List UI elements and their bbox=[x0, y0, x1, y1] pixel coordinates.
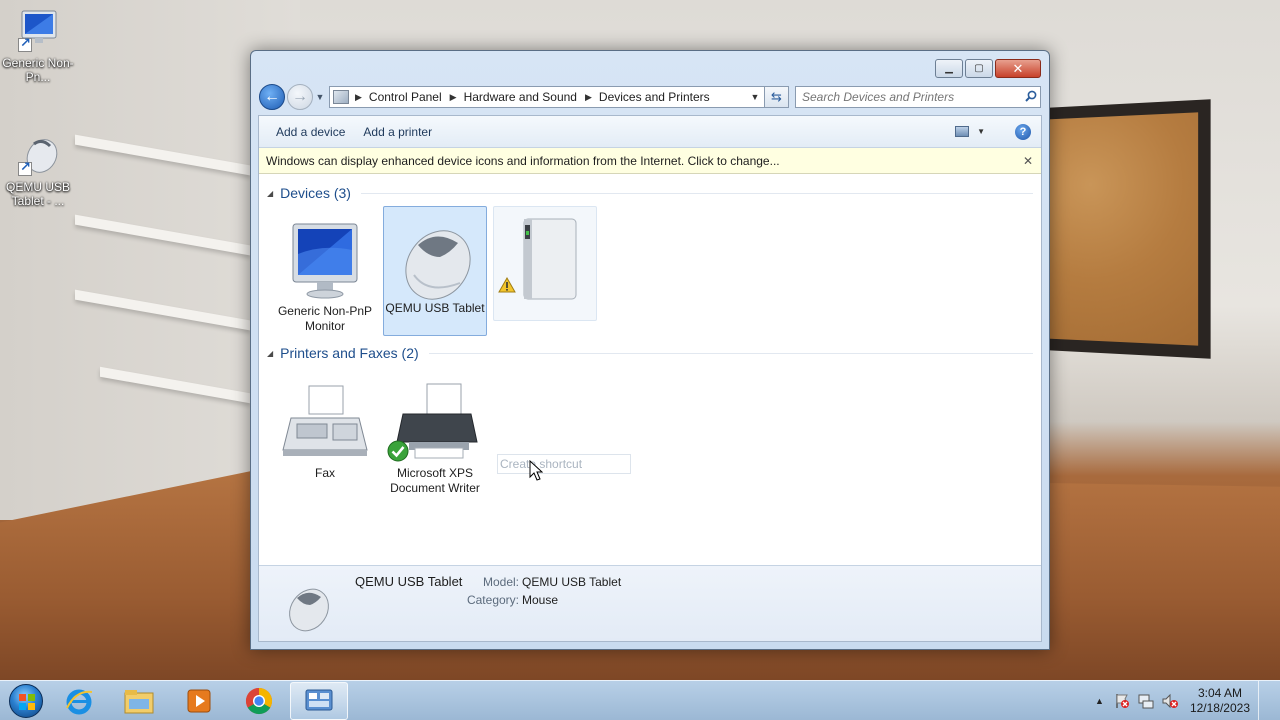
info-bar-text[interactable]: Windows can display enhanced device icon… bbox=[266, 154, 780, 168]
desktop-icon-label: Generic Non-Pn... bbox=[2, 56, 74, 84]
taskbar-internet-explorer[interactable] bbox=[50, 682, 108, 720]
content-pane: Add a device Add a printer ▼ ? Windows c… bbox=[258, 115, 1042, 642]
breadcrumb-devices-and-printers[interactable]: Devices and Printers bbox=[599, 90, 710, 104]
taskbar-devices-and-printers[interactable] bbox=[290, 681, 348, 720]
close-button[interactable]: ✕ bbox=[995, 59, 1041, 78]
windows-logo-icon bbox=[9, 683, 43, 718]
chevron-right-icon[interactable]: ▶ bbox=[355, 92, 362, 103]
device-item-label: Generic Non-PnP Monitor bbox=[277, 304, 373, 333]
search-icon[interactable] bbox=[1022, 90, 1040, 105]
chevron-right-icon[interactable]: ▶ bbox=[585, 92, 592, 103]
device-item-external-drive[interactable] bbox=[493, 206, 597, 321]
devices-and-printers-icon bbox=[305, 689, 333, 710]
view-options-dropdown-icon[interactable]: ▼ bbox=[977, 127, 985, 136]
group-header-printers[interactable]: ◢ Printers and Faxes (2) bbox=[259, 342, 1041, 364]
system-clock[interactable]: 3:04 AM 12/18/2023 bbox=[1190, 686, 1250, 716]
minimize-button[interactable]: ▁ bbox=[935, 59, 963, 78]
details-category-label: Category: bbox=[466, 593, 519, 607]
maximize-button[interactable]: ▢ bbox=[965, 59, 993, 78]
device-item-monitor[interactable]: Generic Non-PnP Monitor bbox=[273, 210, 377, 334]
fax-icon bbox=[273, 376, 377, 466]
external-drive-icon bbox=[494, 211, 596, 301]
group-title-printers: Printers and Faxes (2) bbox=[280, 345, 419, 361]
corkboard bbox=[1035, 99, 1211, 359]
monitor-icon bbox=[273, 214, 377, 304]
mouse-icon bbox=[289, 588, 329, 632]
desktop-icon-monitor[interactable]: Generic Non-Pn... bbox=[0, 8, 76, 84]
details-model-label: Model: bbox=[482, 575, 519, 589]
device-item-qemu-usb-tablet[interactable]: QEMU USB Tablet bbox=[383, 206, 487, 336]
windows-explorer-icon bbox=[124, 689, 154, 713]
desktop-icon-label: QEMU USB Tablet - ... bbox=[5, 180, 70, 208]
change-view-icon[interactable] bbox=[955, 126, 970, 137]
printer-item-microsoft-xps-document-writer[interactable]: Microsoft XPS Document Writer bbox=[383, 372, 487, 496]
info-bar[interactable]: Windows can display enhanced device icon… bbox=[259, 148, 1041, 174]
monitor-icon bbox=[16, 8, 60, 52]
address-bar[interactable]: ▶ Control Panel ▶ Hardware and Sound ▶ D… bbox=[329, 86, 765, 108]
printer-icon bbox=[383, 376, 487, 466]
details-category-value: Mouse bbox=[522, 593, 559, 607]
mouse-icon bbox=[384, 211, 486, 301]
show-desktop-button[interactable] bbox=[1258, 680, 1272, 720]
taskbar-windows-explorer[interactable] bbox=[110, 682, 168, 720]
device-item-label: QEMU USB Tablet bbox=[385, 301, 485, 315]
internet-explorer-icon bbox=[66, 689, 93, 714]
printer-item-fax[interactable]: Fax bbox=[273, 372, 377, 481]
address-dropdown-icon[interactable]: ▼ bbox=[746, 92, 764, 102]
forward-button[interactable]: → bbox=[287, 84, 313, 110]
details-model-value: QEMU USB Tablet bbox=[522, 575, 622, 589]
clock-time: 3:04 AM bbox=[1197, 685, 1242, 700]
recent-pages-dropdown[interactable]: ▼ bbox=[313, 92, 327, 102]
control-panel-icon bbox=[333, 90, 349, 104]
breadcrumb-control-panel[interactable]: Control Panel bbox=[369, 90, 442, 104]
search-box[interactable] bbox=[795, 86, 1041, 108]
chrome-icon bbox=[245, 687, 273, 714]
notification-area: ▲ 3:04 AM 12/18/2023 bbox=[1095, 680, 1280, 720]
search-input[interactable] bbox=[802, 90, 1022, 104]
add-printer-button[interactable]: Add a printer bbox=[354, 120, 441, 144]
group-divider bbox=[360, 192, 1033, 194]
devices-and-printers-window: ▁ ▢ ✕ ← → ▼ ▶ Control Panel ▶ Hardware a… bbox=[250, 50, 1050, 650]
collapse-triangle-icon[interactable]: ◢ bbox=[267, 349, 273, 358]
back-button[interactable]: ← bbox=[259, 84, 285, 110]
chevron-right-icon[interactable]: ▶ bbox=[450, 92, 457, 103]
refresh-button[interactable]: ⇆ bbox=[765, 86, 789, 108]
details-device-name: QEMU USB Tablet bbox=[355, 574, 463, 589]
printer-item-label: Fax bbox=[314, 466, 335, 480]
command-bar: Add a device Add a printer ▼ ? bbox=[259, 116, 1041, 148]
taskbar: ▲ 3:04 AM 12/18/2023 bbox=[0, 680, 1280, 720]
devices-list: Generic Non-PnP Monitor QEMU USB Tablet bbox=[259, 204, 1041, 481]
show-hidden-icons-icon[interactable]: ▲ bbox=[1095, 696, 1104, 706]
mouse-icon bbox=[16, 132, 60, 176]
navigation-bar: ← → ▼ ▶ Control Panel ▶ Hardware and Sou… bbox=[259, 84, 1041, 110]
info-bar-close-icon[interactable]: ✕ bbox=[1023, 154, 1033, 168]
clock-date: 12/18/2023 bbox=[1189, 700, 1250, 715]
desktop-icon-mouse[interactable]: QEMU USB Tablet - ... bbox=[0, 132, 76, 208]
volume-muted-icon[interactable] bbox=[1162, 693, 1178, 709]
shortcut-arrow-icon bbox=[18, 36, 32, 52]
window-controls: ▁ ▢ ✕ bbox=[935, 59, 1041, 78]
printer-item-label: Microsoft XPS Document Writer bbox=[390, 466, 480, 495]
media-player-icon bbox=[187, 689, 211, 712]
details-pane: QEMU USB Tablet Model: QEMU USB Tablet C… bbox=[259, 565, 1041, 641]
taskbar-chrome[interactable] bbox=[230, 682, 288, 720]
taskbar-media-player[interactable] bbox=[170, 682, 228, 720]
action-center-icon[interactable] bbox=[1114, 693, 1130, 709]
breadcrumb-hardware-and-sound[interactable]: Hardware and Sound bbox=[464, 90, 577, 104]
shortcut-arrow-icon bbox=[18, 160, 32, 176]
printers-list: Fax Microsoft XPS Document Writer bbox=[259, 364, 1041, 504]
help-icon[interactable]: ? bbox=[1015, 123, 1031, 140]
group-header-devices[interactable]: ◢ Devices (3) bbox=[259, 182, 1041, 204]
group-divider bbox=[428, 352, 1033, 354]
warning-icon bbox=[498, 277, 516, 293]
default-printer-checkmark-icon bbox=[387, 440, 409, 462]
start-button[interactable] bbox=[4, 681, 48, 720]
collapse-triangle-icon[interactable]: ◢ bbox=[267, 189, 273, 198]
group-title-devices: Devices (3) bbox=[280, 185, 351, 201]
add-device-button[interactable]: Add a device bbox=[267, 120, 354, 144]
network-icon[interactable] bbox=[1138, 693, 1154, 709]
